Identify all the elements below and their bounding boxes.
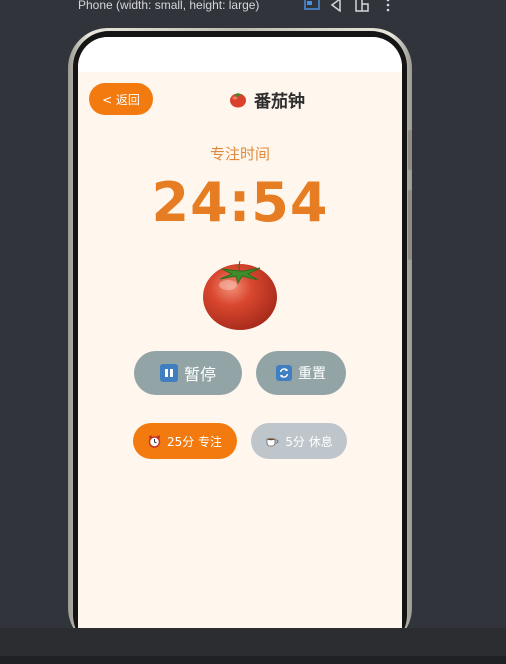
status-bar (78, 37, 402, 72)
timer-label: 专注时间 (209, 145, 270, 163)
back-triangle-icon[interactable] (330, 0, 342, 12)
volume-button (408, 130, 412, 170)
tomato-illustration (203, 260, 277, 330)
break-mode-button[interactable]: 5分 休息 (251, 423, 347, 459)
page-title-text: 番茄钟 (254, 91, 305, 112)
alarm-clock-icon (148, 434, 161, 448)
focus-mode-button[interactable]: 25分 专注 (133, 423, 237, 459)
bottom-panel (0, 628, 506, 664)
app-screen: < 返回 番茄钟 专注时间 24:54 暂停 重置 25分 专注 5分 休息 (78, 37, 402, 628)
page-title: 番茄钟 (228, 86, 305, 112)
timer-display: 24:54 (151, 171, 329, 234)
reset-button-label: 重置 (298, 366, 326, 382)
back-button-label: < 返回 (102, 92, 140, 107)
pause-icon (159, 364, 178, 382)
pause-button[interactable]: 暂停 (134, 351, 242, 395)
power-button (408, 190, 412, 260)
break-mode-label: 5分 休息 (285, 434, 333, 449)
focus-mode-label: 25分 专注 (166, 434, 223, 449)
more-vertical-icon[interactable] (384, 0, 392, 12)
pause-button-label: 暂停 (183, 365, 216, 384)
coffee-icon (266, 438, 279, 447)
refresh-icon (276, 365, 292, 381)
device-label: Phone (width: small, height: large) (78, 0, 260, 12)
rotate-screen-icon[interactable] (304, 0, 320, 12)
reset-button[interactable]: 重置 (256, 351, 346, 395)
back-button[interactable]: < 返回 (89, 83, 153, 115)
layout-icon[interactable] (354, 0, 370, 12)
tomato-icon (230, 93, 246, 108)
device-toolbar: Phone (width: small, height: large) (0, 0, 506, 14)
